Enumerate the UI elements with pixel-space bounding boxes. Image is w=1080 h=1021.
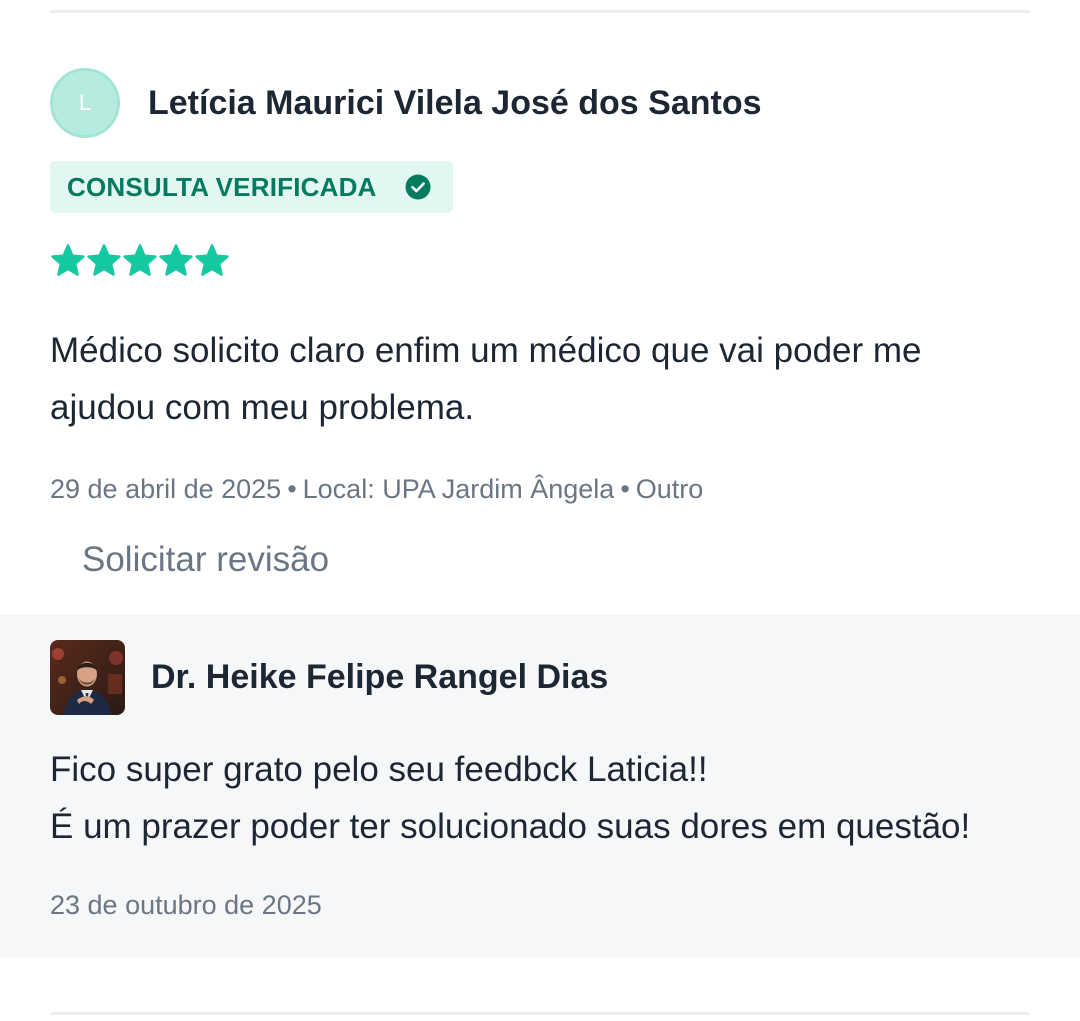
star-rating	[50, 243, 230, 279]
doctor-reply: Dr. Heike Felipe Rangel Dias Fico super …	[0, 614, 1080, 957]
meta-separator: •	[287, 474, 297, 504]
star-icon	[51, 244, 85, 276]
review-text: Médico solicito claro enfim um médico qu…	[50, 331, 922, 427]
verified-label: CONSULTA VERIFICADA	[67, 171, 377, 202]
reply-text-line: É um prazer poder ter solucionado suas d…	[50, 807, 971, 846]
review-category: Outro	[635, 474, 704, 504]
reply-date: 23 de outubro de 2025	[50, 890, 322, 920]
review-card: L Letícia Maurici Vilela José dos Santos…	[0, 0, 1080, 1021]
review-location: Local: UPA Jardim Ângela	[302, 474, 615, 504]
doctor-name: Dr. Heike Felipe Rangel Dias	[151, 658, 609, 696]
reply-text-line: Fico super grato pelo seu feedbck Latici…	[50, 750, 708, 789]
bottom-divider	[50, 1012, 1030, 1015]
top-divider	[50, 10, 1030, 13]
review-meta: 29 de abril de 2025 • Local: UPA Jardim Ân…	[50, 474, 703, 505]
reviewer-avatar: L	[50, 68, 120, 138]
reviewer-header: L Letícia Maurici Vilela José dos Santos	[50, 68, 762, 138]
reviewer-name: Letícia Maurici Vilela José dos Santos	[148, 83, 762, 122]
request-review-link[interactable]: Solicitar revisão	[82, 540, 329, 580]
star-icon	[87, 244, 121, 276]
doctor-header: Dr. Heike Felipe Rangel Dias	[50, 640, 608, 715]
verified-badge: CONSULTA VERIFICADA	[50, 161, 453, 213]
star-icon	[123, 244, 157, 276]
meta-separator: •	[620, 474, 630, 504]
doctor-photo	[50, 640, 125, 715]
review-date: 29 de abril de 2025	[50, 474, 282, 504]
check-circle-icon	[405, 174, 431, 200]
reply-text: Fico super grato pelo seu feedbck Latici…	[50, 741, 1050, 855]
star-icon	[159, 244, 193, 276]
star-icon	[195, 244, 229, 276]
